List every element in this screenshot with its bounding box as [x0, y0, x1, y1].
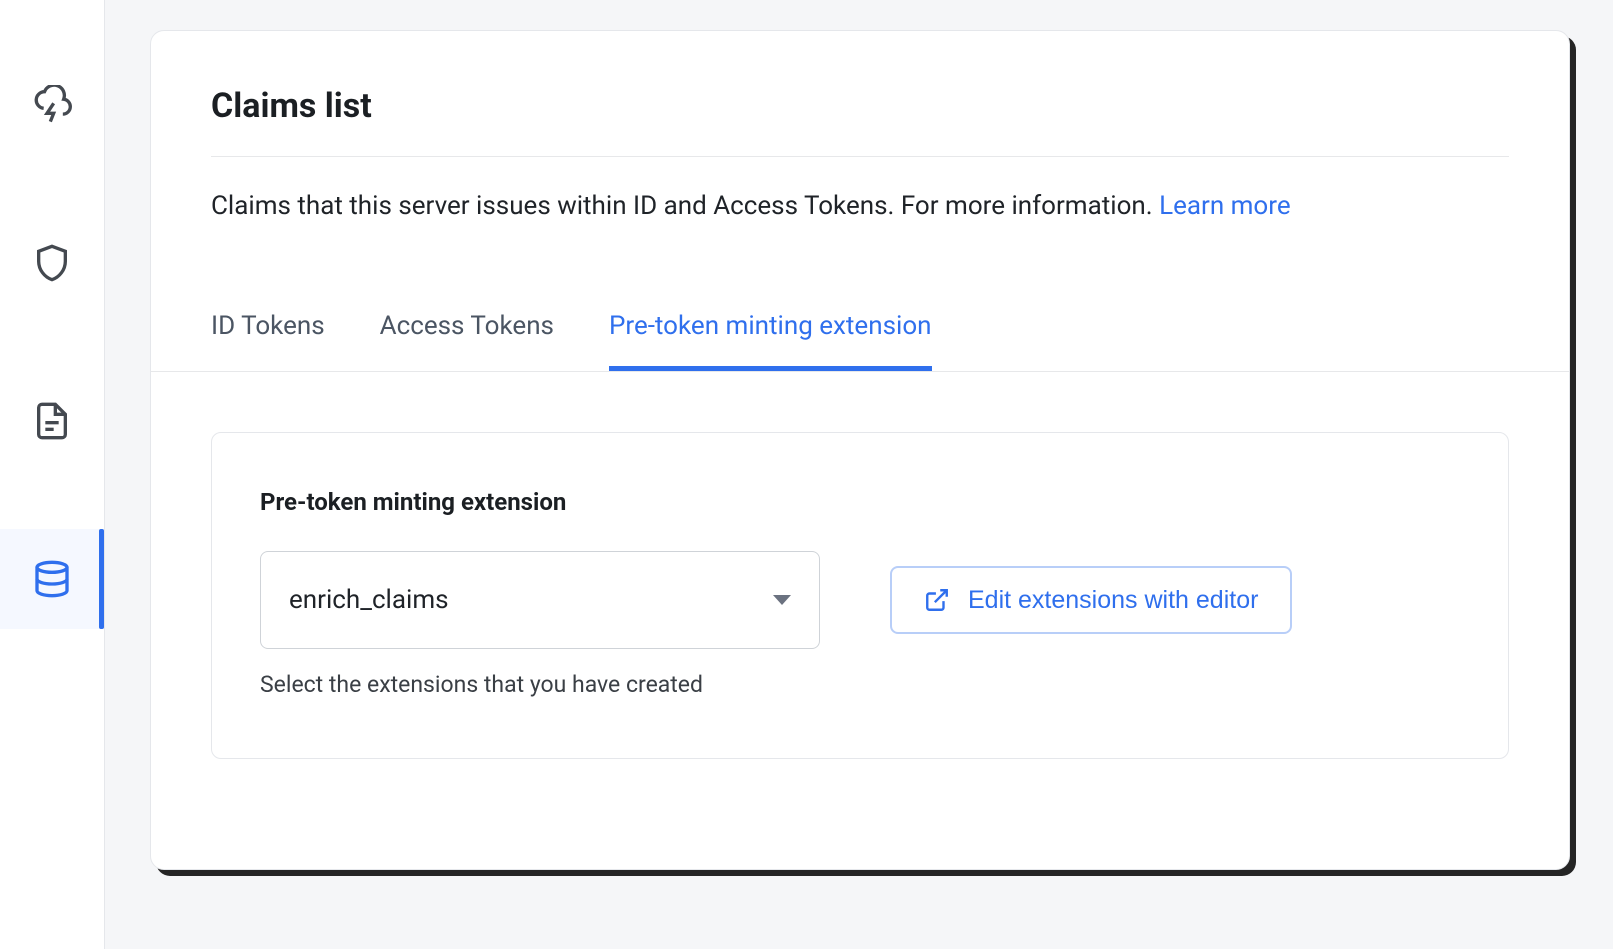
description-text: Claims that this server issues within ID…	[211, 191, 1159, 221]
sidebar-item-actions[interactable]	[0, 55, 104, 155]
thunder-cloud-icon	[32, 85, 72, 125]
tabs: ID Tokens Access Tokens Pre-token mintin…	[151, 226, 1569, 372]
sidebar	[0, 0, 105, 949]
database-icon	[32, 559, 72, 599]
extension-select[interactable]: enrich_claims	[260, 551, 820, 649]
divider	[211, 156, 1509, 157]
sidebar-item-database[interactable]	[0, 529, 104, 629]
edit-extensions-button[interactable]: Edit extensions with editor	[890, 566, 1292, 634]
learn-more-link[interactable]: Learn more	[1159, 191, 1291, 221]
field-label: Pre-token minting extension	[260, 488, 1460, 516]
extension-panel: Pre-token minting extension enrich_claim…	[211, 432, 1509, 759]
tab-id-tokens[interactable]: ID Tokens	[211, 311, 325, 371]
sidebar-item-security[interactable]	[0, 213, 104, 313]
sidebar-item-documents[interactable]	[0, 371, 104, 471]
page-title: Claims list	[211, 86, 1509, 126]
tab-access-tokens[interactable]: Access Tokens	[380, 311, 554, 371]
document-icon	[32, 401, 72, 441]
shield-icon	[32, 243, 72, 283]
chevron-down-icon	[773, 595, 791, 605]
card: Claims list Claims that this server issu…	[150, 30, 1570, 870]
main-content: Claims list Claims that this server issu…	[105, 0, 1613, 949]
helper-text: Select the extensions that you have crea…	[260, 671, 1460, 698]
select-value: enrich_claims	[289, 585, 449, 615]
tab-pre-token-minting[interactable]: Pre-token minting extension	[609, 311, 932, 371]
edit-button-label: Edit extensions with editor	[968, 586, 1258, 615]
page-description: Claims that this server issues within ID…	[211, 187, 1509, 226]
external-link-icon	[924, 587, 950, 613]
